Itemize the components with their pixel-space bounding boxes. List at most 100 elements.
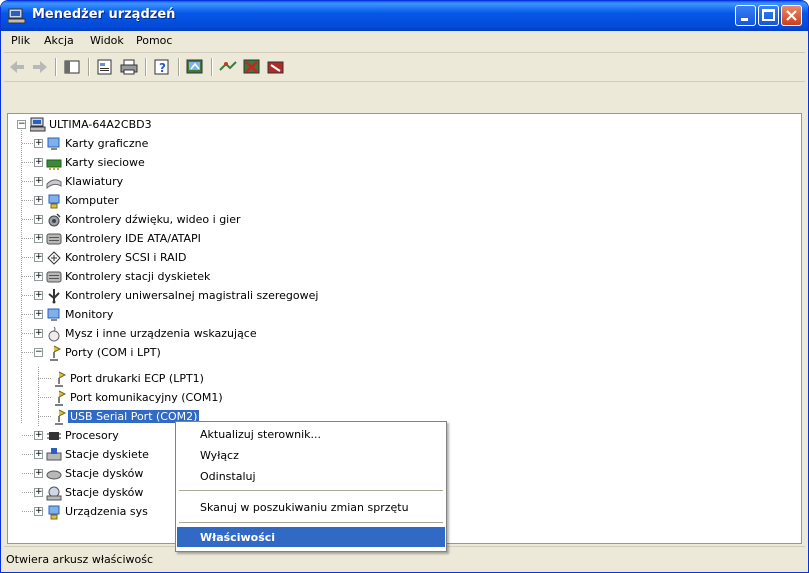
category-toggle[interactable]: +	[34, 431, 43, 440]
ctx-scan-hardware[interactable]: Skanuj w poszukiwaniu zmian sprzętu	[177, 497, 445, 517]
tree-category-label: Mysz i inne urządzenia wskazujące	[65, 327, 257, 340]
tree-item-com1[interactable]: Port komunikacyjny (COM1)	[51, 389, 271, 407]
category-toggle[interactable]: +	[34, 196, 43, 205]
maximize-icon	[762, 9, 775, 21]
disable-icon[interactable]	[265, 57, 287, 77]
category-toggle[interactable]: +	[34, 329, 43, 338]
category-toggle[interactable]: +	[34, 158, 43, 167]
update-driver-icon[interactable]	[184, 57, 206, 77]
menu-file[interactable]: Plik	[11, 34, 30, 47]
tree-item-lpt1[interactable]: Port drukarki ECP (LPT1)	[51, 370, 271, 388]
tree-category[interactable]: Kontrolery SCSI i RAID	[46, 249, 376, 267]
tree-category-label: Kontrolery dźwięku, wideo i gier	[65, 213, 241, 226]
tree-connector	[22, 295, 34, 296]
tree-category[interactable]: Karty sieciowe	[46, 154, 376, 172]
tree-category-label: Kontrolery uniwersalnej magistrali szere…	[65, 289, 319, 302]
ctx-disable[interactable]: Wyłącz	[177, 445, 445, 465]
minimize-button[interactable]	[735, 5, 756, 26]
menu-bar: Plik Akcja Widok Pomoc	[4, 31, 805, 53]
tree-category[interactable]: Urządzenia sys	[46, 503, 186, 521]
menu-help[interactable]: Pomoc	[136, 34, 172, 47]
category-toggle[interactable]: +	[34, 310, 43, 319]
tree-connector	[22, 162, 34, 163]
title-bar[interactable]: Menedżer urządzeń	[1, 1, 808, 31]
tree-connector	[22, 352, 34, 353]
help-icon[interactable]: ?	[151, 57, 173, 77]
ctx-properties[interactable]: Właściwości	[177, 527, 445, 547]
menu-view[interactable]: Widok	[90, 34, 124, 47]
disk-drive-icon	[46, 470, 62, 480]
sound-device-icon	[48, 213, 61, 227]
ctx-label: Wyłącz	[200, 449, 239, 462]
back-icon[interactable]	[6, 57, 28, 77]
menu-action[interactable]: Akcja	[44, 34, 74, 47]
system-device-icon	[48, 505, 60, 520]
tree-category-label: Kontrolery IDE ATA/ATAPI	[65, 232, 201, 245]
port-icon	[55, 390, 67, 406]
toolbar-separator	[88, 58, 90, 76]
status-text: Otwiera arkusz właściwośc	[6, 553, 154, 566]
tree-connector	[22, 276, 34, 277]
scan-hardware-icon[interactable]	[217, 57, 239, 77]
category-toggle[interactable]: +	[34, 450, 43, 459]
tree-category-label: Procesory	[65, 429, 119, 442]
network-adapter-icon	[46, 159, 62, 170]
tree-category[interactable]: Stacje dyskiete	[46, 446, 186, 464]
keyboard-icon	[46, 179, 62, 190]
mouse-icon	[48, 326, 60, 342]
port-icon	[55, 371, 67, 387]
tree-category[interactable]: Stacje dysków	[46, 484, 186, 502]
tree-category[interactable]: Kontrolery dźwięku, wideo i gier	[46, 211, 376, 229]
category-toggle[interactable]: −	[34, 348, 43, 357]
uninstall-icon[interactable]	[241, 57, 263, 77]
tree-category-label: Komputer	[65, 194, 119, 207]
tree-category[interactable]: Kontrolery IDE ATA/ATAPI	[46, 230, 376, 248]
ctx-update-driver[interactable]: Aktualizuj sterownik...	[177, 424, 445, 444]
category-toggle[interactable]: +	[34, 215, 43, 224]
category-toggle[interactable]: +	[34, 177, 43, 186]
tree-category[interactable]: Komputer	[46, 192, 376, 210]
tree-category[interactable]: Karty graficzne	[46, 135, 376, 153]
category-toggle[interactable]: +	[34, 234, 43, 243]
tree-category[interactable]: Porty (COM i LPT)	[46, 344, 376, 362]
tree-category-label: Stacje dysków	[65, 486, 144, 499]
print-icon[interactable]	[118, 57, 140, 77]
ctx-separator	[179, 490, 443, 491]
tree-category[interactable]: Stacje dysków	[46, 465, 186, 483]
tree-connector	[38, 397, 52, 398]
tree-category-label: Kontrolery stacji dyskietek	[65, 270, 211, 283]
tree-category-label: Klawiatury	[65, 175, 124, 188]
tree-category[interactable]: Mysz i inne urządzenia wskazujące	[46, 325, 376, 343]
category-toggle[interactable]: +	[34, 139, 43, 148]
maximize-button[interactable]	[758, 5, 779, 26]
tree-item-label: Port drukarki ECP (LPT1)	[70, 372, 204, 385]
tree-category[interactable]: Kontrolery stacji dyskietek	[46, 268, 376, 286]
port-icon	[50, 345, 62, 361]
category-toggle[interactable]: +	[34, 272, 43, 281]
tree-connector	[22, 492, 34, 493]
tree-connector	[22, 257, 34, 258]
tree-connector	[22, 511, 34, 512]
category-toggle[interactable]: +	[34, 469, 43, 478]
category-toggle[interactable]: +	[34, 488, 43, 497]
properties-icon[interactable]	[94, 57, 116, 77]
category-toggle[interactable]: +	[34, 253, 43, 262]
tree-item-label: Port komunikacyjny (COM1)	[70, 391, 223, 404]
category-toggle[interactable]: +	[34, 507, 43, 516]
port-icon	[55, 409, 67, 425]
tree-category[interactable]: Monitory	[46, 306, 376, 324]
tree-category[interactable]: Procesory	[46, 427, 186, 445]
display-adapter-icon	[47, 137, 60, 150]
ctx-uninstall[interactable]: Odinstaluj	[177, 466, 445, 486]
processor-icon	[47, 432, 61, 440]
category-toggle[interactable]: +	[34, 291, 43, 300]
tree-root[interactable]: ULTIMA-64A2CBD3	[30, 116, 230, 134]
close-button[interactable]	[781, 5, 802, 26]
root-collapse-toggle[interactable]: −	[17, 120, 26, 129]
tree-category[interactable]: Kontrolery uniwersalnej magistrali szere…	[46, 287, 376, 305]
toolbar-separator	[211, 58, 213, 76]
tree-category-label: Karty graficzne	[65, 137, 149, 150]
show-hide-console-tree-icon[interactable]	[61, 57, 83, 77]
forward-icon[interactable]	[29, 57, 51, 77]
tree-category[interactable]: Klawiatury	[46, 173, 376, 191]
